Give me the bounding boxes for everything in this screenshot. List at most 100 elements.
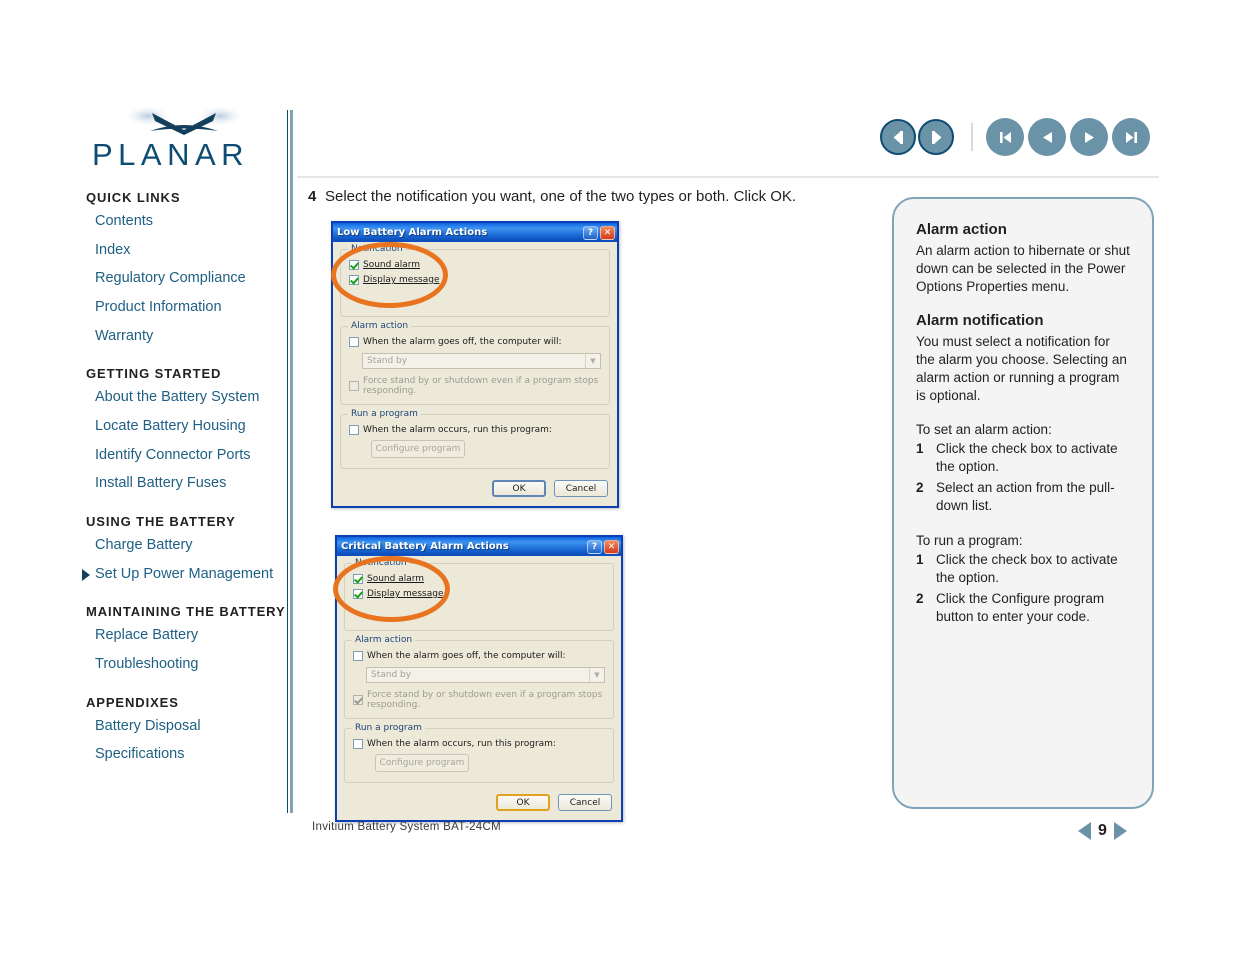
sidebar-item-locate-battery-housing[interactable]: Locate Battery Housing	[95, 418, 286, 435]
sidebar-item-warranty[interactable]: Warranty	[95, 328, 286, 345]
sidebar-section-title: GETTING STARTED	[86, 366, 222, 382]
display-message-row[interactable]: Display message	[349, 275, 601, 285]
footer-pager: 9	[1078, 822, 1127, 840]
group-legend: Notification	[348, 244, 406, 254]
alarm-action-label: When the alarm goes off, the computer wi…	[367, 651, 566, 661]
sidebar-item-regulatory-compliance[interactable]: Regulatory Compliance	[95, 270, 286, 287]
page-number: 9	[1098, 822, 1107, 839]
dialog-titlebar[interactable]: Low Battery Alarm Actions ? ✕	[333, 223, 617, 242]
sidebar-section-using-the-battery: USING THE BATTERY Charge Battery Set Up …	[82, 514, 286, 583]
vertical-divider-dark	[287, 110, 288, 813]
run-program-row[interactable]: When the alarm occurs, run this program:	[353, 739, 605, 749]
sidebar-item-product-information[interactable]: Product Information	[95, 299, 286, 316]
sound-alarm-checkbox[interactable]	[353, 574, 363, 584]
alarm-action-dropdown[interactable]: Stand by ▼	[362, 353, 601, 369]
list-item: 1 Click the check box to activate the op…	[916, 551, 1130, 587]
dialog-footer: OK Cancel	[340, 478, 610, 500]
footer-previous-page-icon[interactable]	[1078, 822, 1091, 840]
display-message-row[interactable]: Display message	[353, 589, 605, 599]
footer-caption: Invitium Battery System BAT-24CM	[312, 821, 501, 833]
sidebar-item-about-the-battery-system[interactable]: About the Battery System	[95, 389, 286, 406]
help-icon[interactable]: ?	[587, 539, 602, 554]
triangle-right-icon	[1084, 131, 1094, 143]
skip-to-first-icon	[999, 131, 1011, 143]
planar-logo[interactable]: PLANAR	[92, 106, 272, 176]
alarm-action-checkbox[interactable]	[349, 337, 359, 347]
sidebar-item-charge-battery[interactable]: Charge Battery	[95, 537, 286, 554]
sidebar-item-contents[interactable]: Contents	[95, 213, 286, 230]
close-icon[interactable]: ✕	[604, 539, 619, 554]
sidebar-item-label: Set Up Power Management	[95, 565, 274, 582]
sidebar-section-quick-links: QUICK LINKS Contents Index Regulatory Co…	[86, 190, 286, 344]
force-standby-label: Force stand by or shutdown even if a pro…	[367, 690, 603, 710]
list-item-number: 1	[916, 440, 924, 456]
cancel-button[interactable]: Cancel	[558, 794, 612, 811]
list-item-number: 2	[916, 590, 924, 606]
cancel-button[interactable]: Cancel	[554, 480, 608, 497]
low-battery-alarm-actions-dialog: Low Battery Alarm Actions ? ✕ Notificati…	[331, 221, 619, 508]
sidebar-item-identify-connector-ports[interactable]: Identify Connector Ports	[95, 447, 286, 464]
display-message-checkbox[interactable]	[353, 589, 363, 599]
alarm-action-checkbox[interactable]	[353, 651, 363, 661]
step-text: Select the notification you want, one of…	[325, 188, 797, 205]
dialog-titlebar[interactable]: Critical Battery Alarm Actions ? ✕	[337, 537, 621, 556]
triangle-left-icon	[1042, 131, 1052, 143]
sidebar-item-install-battery-fuses[interactable]: Install Battery Fuses	[95, 475, 286, 492]
notification-group: Notification Sound alarm Display message	[344, 558, 614, 631]
ok-button[interactable]: OK	[496, 794, 550, 811]
footer-next-page-icon[interactable]	[1113, 822, 1127, 840]
chevron-down-icon: ▼	[585, 354, 600, 368]
info-list-run-program: 1 Click the check box to activate the op…	[916, 551, 1130, 627]
force-standby-row[interactable]: Force stand by or shutdown even if a pro…	[353, 690, 605, 710]
alarm-action-row[interactable]: When the alarm goes off, the computer wi…	[349, 337, 601, 347]
sound-alarm-row[interactable]: Sound alarm	[353, 574, 605, 584]
display-message-label: Display message	[363, 275, 440, 285]
sidebar-item-troubleshooting[interactable]: Troubleshooting	[95, 656, 286, 673]
run-program-row[interactable]: When the alarm occurs, run this program:	[349, 425, 601, 435]
sidebar-item-specifications[interactable]: Specifications	[95, 746, 286, 763]
sidebar-section-title: USING THE BATTERY	[86, 514, 236, 530]
dialog-body: Notification Sound alarm Display message…	[337, 556, 621, 820]
force-standby-checkbox[interactable]	[349, 381, 359, 391]
run-program-checkbox[interactable]	[349, 425, 359, 435]
step-number: 4	[308, 188, 317, 205]
last-page-button[interactable]	[1112, 118, 1150, 156]
sidebar-item-set-up-power-management[interactable]: Set Up Power Management	[82, 565, 286, 583]
next-page-button[interactable]	[1070, 118, 1108, 156]
configure-program-button[interactable]: Configure program	[371, 440, 465, 458]
sound-alarm-label: Sound alarm	[363, 260, 421, 270]
sidebar-item-index[interactable]: Index	[95, 242, 286, 259]
group-legend: Alarm action	[352, 635, 416, 645]
display-message-label: Display message	[367, 589, 444, 599]
sidebar-item-replace-battery[interactable]: Replace Battery	[95, 627, 286, 644]
sound-alarm-label: Sound alarm	[367, 574, 425, 584]
alarm-action-dropdown-value: Stand by	[371, 670, 412, 680]
ok-button[interactable]: OK	[492, 480, 546, 497]
list-item-text: Click the check box to activate the opti…	[936, 551, 1118, 585]
sidebar-section-title: MAINTAINING THE BATTERY	[86, 604, 286, 620]
sidebar-item-battery-disposal[interactable]: Battery Disposal	[95, 718, 286, 735]
force-standby-row[interactable]: Force stand by or shutdown even if a pro…	[349, 376, 601, 396]
info-heading-alarm-notification: Alarm notification	[916, 311, 1044, 329]
alarm-action-row[interactable]: When the alarm goes off, the computer wi…	[353, 651, 605, 661]
first-page-button[interactable]	[986, 118, 1024, 156]
force-standby-checkbox[interactable]	[353, 695, 363, 705]
display-message-checkbox[interactable]	[349, 275, 359, 285]
group-legend: Run a program	[352, 723, 425, 733]
previous-page-button[interactable]	[1028, 118, 1066, 156]
skip-to-last-icon	[1125, 131, 1137, 143]
close-icon[interactable]: ✕	[600, 225, 615, 240]
info-paragraph-alarm-action: An alarm action to hibernate or shut dow…	[916, 243, 1130, 294]
chevron-down-icon: ▼	[589, 668, 604, 682]
history-back-button[interactable]	[880, 119, 916, 155]
run-program-checkbox[interactable]	[353, 739, 363, 749]
history-forward-button[interactable]	[918, 119, 954, 155]
configure-program-button[interactable]: Configure program	[375, 754, 469, 772]
alarm-action-dropdown[interactable]: Stand by ▼	[366, 667, 605, 683]
notification-group: Notification Sound alarm Display message	[340, 244, 610, 317]
arrow-right-icon	[931, 130, 941, 144]
sound-alarm-row[interactable]: Sound alarm	[349, 260, 601, 270]
help-icon[interactable]: ?	[583, 225, 598, 240]
run-program-label: When the alarm occurs, run this program:	[367, 739, 556, 749]
sound-alarm-checkbox[interactable]	[349, 260, 359, 270]
